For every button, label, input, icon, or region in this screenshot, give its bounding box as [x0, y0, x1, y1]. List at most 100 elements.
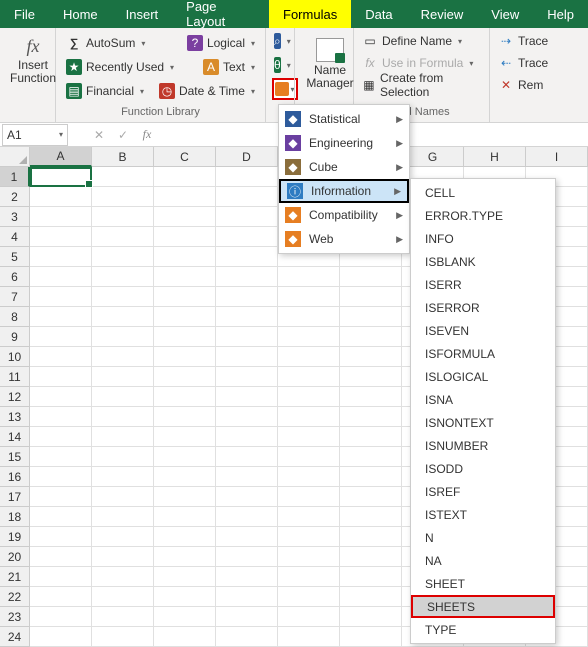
- cell[interactable]: [154, 307, 216, 327]
- cell[interactable]: [340, 307, 402, 327]
- cell[interactable]: [278, 307, 340, 327]
- cell[interactable]: [278, 267, 340, 287]
- column-header[interactable]: B: [92, 147, 154, 167]
- function-cell[interactable]: CELL: [411, 181, 555, 204]
- cell[interactable]: [154, 387, 216, 407]
- function-iserror[interactable]: ISERROR: [411, 296, 555, 319]
- cell[interactable]: [154, 487, 216, 507]
- cell[interactable]: [216, 567, 278, 587]
- cell[interactable]: [340, 347, 402, 367]
- math-button[interactable]: θ▾: [272, 54, 288, 76]
- cell[interactable]: [92, 567, 154, 587]
- row-header[interactable]: 7: [0, 287, 30, 307]
- cell[interactable]: [216, 207, 278, 227]
- cell[interactable]: [216, 227, 278, 247]
- cell[interactable]: [92, 587, 154, 607]
- cell[interactable]: [278, 447, 340, 467]
- menu-item-cube[interactable]: ◆Cube▶: [279, 155, 409, 179]
- function-isnontext[interactable]: ISNONTEXT: [411, 411, 555, 434]
- function-isformula[interactable]: ISFORMULA: [411, 342, 555, 365]
- cell[interactable]: [92, 287, 154, 307]
- row-header[interactable]: 12: [0, 387, 30, 407]
- row-header[interactable]: 8: [0, 307, 30, 327]
- cell[interactable]: [340, 387, 402, 407]
- cell[interactable]: [30, 567, 92, 587]
- row-header[interactable]: 16: [0, 467, 30, 487]
- cell[interactable]: [92, 607, 154, 627]
- cell[interactable]: [30, 387, 92, 407]
- cell[interactable]: [92, 227, 154, 247]
- cell[interactable]: [92, 207, 154, 227]
- cell[interactable]: [30, 547, 92, 567]
- menu-item-web[interactable]: ◆Web▶: [279, 227, 409, 251]
- cell[interactable]: [92, 247, 154, 267]
- function-error-type[interactable]: ERROR.TYPE: [411, 204, 555, 227]
- fx-icon[interactable]: fx: [136, 125, 158, 145]
- function-na[interactable]: NA: [411, 549, 555, 572]
- cell[interactable]: [30, 267, 92, 287]
- cell[interactable]: [30, 527, 92, 547]
- cell[interactable]: [278, 387, 340, 407]
- financial-button[interactable]: ▤ Financial ▾: [62, 80, 148, 102]
- cell[interactable]: [216, 607, 278, 627]
- name-manager-button[interactable]: Name Manager: [301, 32, 359, 90]
- cell[interactable]: [92, 187, 154, 207]
- datetime-button[interactable]: ◷ Date & Time ▾: [155, 80, 259, 102]
- cell[interactable]: [216, 507, 278, 527]
- row-header[interactable]: 14: [0, 427, 30, 447]
- cell[interactable]: [92, 547, 154, 567]
- cell[interactable]: [154, 207, 216, 227]
- cell[interactable]: [216, 327, 278, 347]
- cell[interactable]: [278, 367, 340, 387]
- cell[interactable]: [278, 507, 340, 527]
- cell[interactable]: [154, 167, 216, 187]
- cell[interactable]: [92, 307, 154, 327]
- tab-insert[interactable]: Insert: [112, 0, 173, 28]
- cell[interactable]: [30, 627, 92, 647]
- cell[interactable]: [30, 167, 92, 187]
- cell[interactable]: [30, 487, 92, 507]
- cell[interactable]: [216, 287, 278, 307]
- cell[interactable]: [216, 627, 278, 647]
- define-name-button[interactable]: ▭ Define Name ▾: [360, 30, 483, 52]
- cell[interactable]: [216, 367, 278, 387]
- tab-view[interactable]: View: [477, 0, 533, 28]
- cell[interactable]: [278, 467, 340, 487]
- cell[interactable]: [340, 407, 402, 427]
- cell[interactable]: [154, 327, 216, 347]
- function-type[interactable]: TYPE: [411, 618, 555, 641]
- row-header[interactable]: 11: [0, 367, 30, 387]
- recently-used-button[interactable]: ★ Recently Used ▾: [62, 56, 178, 78]
- menu-item-information[interactable]: ⓘInformation▶: [279, 179, 409, 203]
- row-header[interactable]: 13: [0, 407, 30, 427]
- cell[interactable]: [340, 567, 402, 587]
- tab-home[interactable]: Home: [49, 0, 112, 28]
- cell[interactable]: [154, 347, 216, 367]
- chevron-down-icon[interactable]: ▾: [59, 130, 63, 139]
- cell[interactable]: [154, 227, 216, 247]
- cell[interactable]: [216, 407, 278, 427]
- cell[interactable]: [278, 567, 340, 587]
- cell[interactable]: [340, 267, 402, 287]
- cell[interactable]: [92, 327, 154, 347]
- column-header[interactable]: C: [154, 147, 216, 167]
- cell[interactable]: [154, 427, 216, 447]
- function-n[interactable]: N: [411, 526, 555, 549]
- cell[interactable]: [340, 427, 402, 447]
- remove-arrows-button[interactable]: ✕ Rem: [496, 74, 588, 96]
- row-header[interactable]: 1: [0, 167, 30, 187]
- cell[interactable]: [216, 307, 278, 327]
- column-header[interactable]: A: [30, 147, 92, 167]
- tab-review[interactable]: Review: [407, 0, 478, 28]
- cell[interactable]: [216, 387, 278, 407]
- menu-item-engineering[interactable]: ◆Engineering▶: [279, 131, 409, 155]
- cell[interactable]: [340, 527, 402, 547]
- function-isblank[interactable]: ISBLANK: [411, 250, 555, 273]
- cell[interactable]: [92, 347, 154, 367]
- insert-function-button[interactable]: fx Insert Function: [6, 32, 60, 85]
- cell[interactable]: [30, 367, 92, 387]
- column-header[interactable]: H: [464, 147, 526, 167]
- cell[interactable]: [30, 507, 92, 527]
- function-iseven[interactable]: ISEVEN: [411, 319, 555, 342]
- cell[interactable]: [216, 467, 278, 487]
